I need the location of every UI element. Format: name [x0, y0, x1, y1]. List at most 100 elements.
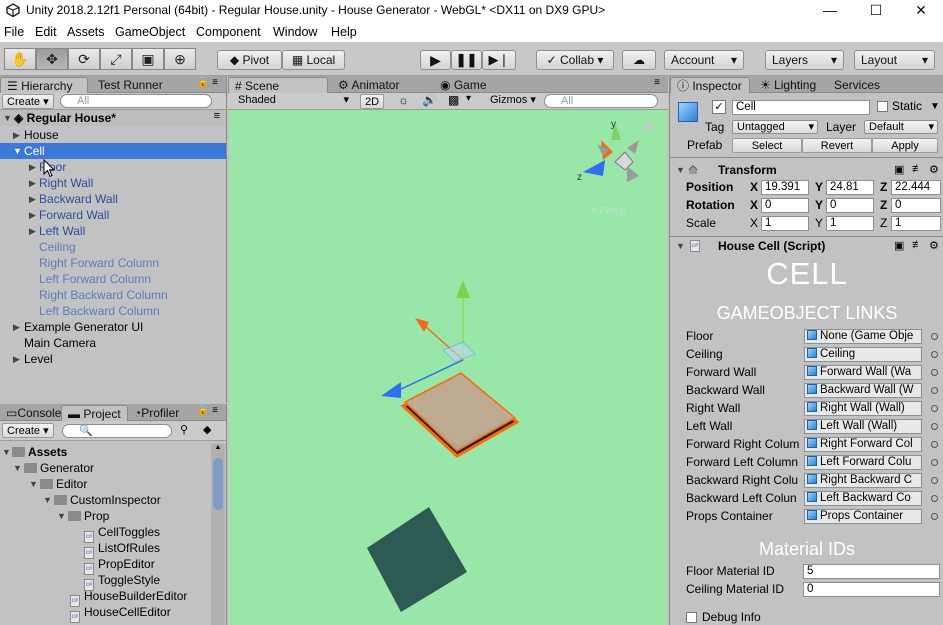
ceiling-material-field[interactable]: 0: [803, 582, 940, 597]
prefab-apply-button[interactable]: Apply: [872, 138, 938, 153]
hierarchy-item-level[interactable]: Level: [24, 351, 53, 367]
panel-menu-icon[interactable]: 🔒 ≡: [197, 77, 218, 88]
rotate-tool-icon[interactable]: ⟳: [68, 48, 100, 70]
maximize-button[interactable]: ☐: [854, 0, 898, 22]
scene-viewport[interactable]: y z ≡ Persp: [229, 110, 667, 625]
link-object-field[interactable]: None (Game Obje: [804, 329, 922, 344]
floor-material-field[interactable]: 5: [803, 564, 940, 579]
link-object-field[interactable]: Ceiling: [804, 347, 922, 362]
expand-arrow-icon[interactable]: ▶: [13, 127, 20, 143]
link-object-field[interactable]: Left Wall (Wall): [804, 419, 922, 434]
expand-arrow-icon[interactable]: ▼: [57, 508, 66, 524]
project-create-button[interactable]: Create ▾: [2, 423, 54, 438]
perspective-label[interactable]: ≡ Persp: [591, 206, 626, 217]
close-button[interactable]: ✕: [899, 0, 943, 22]
menu-edit[interactable]: Edit: [35, 25, 57, 39]
cloud-button[interactable]: ☁: [622, 50, 656, 70]
object-picker-icon[interactable]: [931, 369, 938, 376]
project-item-togglestyle[interactable]: c# ToggleStyle: [84, 572, 160, 591]
shading-mode-dropdown[interactable]: Shaded ▾: [234, 94, 352, 108]
hierarchy-item-example-generator-ui[interactable]: Example Generator UI: [24, 319, 143, 335]
expand-arrow-icon[interactable]: ▶: [29, 223, 36, 239]
menu-component[interactable]: Component: [196, 25, 261, 39]
tab-test-runner[interactable]: Test Runner: [92, 77, 169, 93]
tab-project[interactable]: ▬ Project: [61, 405, 128, 421]
tab-game[interactable]: ◉ Game: [434, 77, 493, 93]
scene-header-row[interactable]: ▼ ◈ Regular House* ≡: [0, 110, 226, 126]
layout-dropdown[interactable]: Layout ▾: [854, 50, 935, 70]
pause-button[interactable]: ❚❚: [451, 50, 482, 70]
debug-info-checkbox[interactable]: [686, 612, 697, 623]
object-picker-icon[interactable]: [931, 333, 938, 340]
expand-arrow-icon[interactable]: ▶: [13, 319, 20, 335]
preset-icon[interactable]: ≢: [912, 239, 923, 251]
project-item-housebuildereditor[interactable]: c# HouseBuilderEditor: [70, 588, 187, 607]
object-picker-icon[interactable]: [931, 387, 938, 394]
filter-type-icon[interactable]: ⚲: [180, 423, 188, 436]
object-picker-icon[interactable]: [931, 513, 938, 520]
expand-arrow-icon[interactable]: ▼: [676, 162, 685, 178]
static-dropdown-arrow-icon[interactable]: ▼: [930, 99, 940, 114]
transform-tool-icon[interactable]: ⊕: [164, 48, 196, 70]
scene-search-input[interactable]: All: [544, 94, 658, 108]
object-picker-icon[interactable]: [931, 405, 938, 412]
audio-toggle-icon[interactable]: 🔊: [422, 93, 437, 107]
hierarchy-item-left-forward-column[interactable]: Left Forward Column: [39, 271, 151, 287]
project-item-editor[interactable]: Editor: [40, 476, 87, 492]
project-item-celltoggles[interactable]: c# CellToggles: [84, 524, 160, 543]
tab-services[interactable]: Services: [828, 77, 886, 93]
object-picker-icon[interactable]: [931, 423, 938, 430]
link-object-field[interactable]: Right Backward C: [804, 473, 922, 488]
object-picker-icon[interactable]: [931, 351, 938, 358]
hand-tool-icon[interactable]: ✋: [4, 48, 36, 70]
rect-tool-icon[interactable]: ▣: [132, 48, 164, 70]
gear-icon[interactable]: ⚙: [929, 163, 939, 176]
hierarchy-item-main-camera[interactable]: Main Camera: [24, 335, 96, 351]
step-button[interactable]: ▶❘: [482, 50, 516, 70]
hierarchy-item-house[interactable]: House: [24, 127, 59, 143]
layer-dropdown[interactable]: Default ▾: [864, 120, 938, 134]
project-item-custominspector[interactable]: CustomInspector: [54, 492, 161, 508]
tab-profiler[interactable]: ◔Profiler: [128, 405, 185, 421]
link-object-field[interactable]: Props Container: [804, 509, 922, 524]
project-item-listofrules[interactable]: c# ListOfRules: [84, 540, 160, 559]
tab-inspector[interactable]: ⓘ Inspector: [670, 77, 750, 93]
project-search-input[interactable]: 🔍: [62, 424, 172, 438]
link-object-field[interactable]: Left Backward Co: [804, 491, 922, 506]
expand-arrow-icon[interactable]: ▶: [29, 207, 36, 223]
help-icon[interactable]: ▣: [894, 239, 904, 252]
menu-window[interactable]: Window: [273, 25, 317, 39]
floor-tile-selected[interactable]: [400, 372, 520, 458]
scale-tool-icon[interactable]: ⤢: [100, 48, 132, 70]
panel-menu-icon[interactable]: 🔒 ≡: [197, 405, 218, 416]
scale-y-field[interactable]: 1: [826, 216, 874, 231]
expand-arrow-icon[interactable]: ▼: [2, 444, 11, 460]
scroll-up-icon[interactable]: ▲: [213, 444, 223, 451]
hierarchy-item-right-forward-column[interactable]: Right Forward Column: [39, 255, 159, 271]
panel-menu-icon[interactable]: ≡: [654, 77, 660, 88]
link-object-field[interactable]: Forward Wall (Wa: [804, 365, 922, 380]
pivot-toggle[interactable]: ◆ Pivot: [217, 50, 282, 70]
project-item-propeditor[interactable]: c# PropEditor: [84, 556, 155, 575]
gizmos-dropdown[interactable]: Gizmos ▾: [486, 94, 538, 108]
hierarchy-create-button[interactable]: Create ▾: [2, 94, 54, 109]
link-object-field[interactable]: Right Forward Col: [804, 437, 922, 452]
scene-canvas[interactable]: y z ≡ Persp: [229, 110, 667, 625]
expand-arrow-icon[interactable]: ▼: [13, 143, 22, 159]
preset-icon[interactable]: ≢: [912, 163, 923, 175]
rotation-z-field[interactable]: 0: [891, 198, 941, 213]
hierarchy-item-cell-selected[interactable]: ▼ Cell: [0, 143, 226, 159]
expand-arrow-icon[interactable]: ▼: [13, 460, 22, 476]
minimize-button[interactable]: —: [808, 0, 852, 22]
object-picker-icon[interactable]: [931, 441, 938, 448]
expand-arrow-icon[interactable]: ▶: [13, 351, 20, 367]
dropdown-arrow-icon[interactable]: ▾: [466, 93, 471, 104]
tab-animator[interactable]: ⚙ Animator: [332, 77, 405, 93]
gear-icon[interactable]: ⚙: [929, 239, 939, 252]
object-name-field[interactable]: Cell: [732, 100, 870, 115]
prefab-select-button[interactable]: Select: [732, 138, 802, 153]
account-dropdown[interactable]: Account ▾: [664, 50, 744, 70]
link-object-field[interactable]: Right Wall (Wall): [804, 401, 922, 416]
rotation-y-field[interactable]: 0: [826, 198, 874, 213]
layers-dropdown[interactable]: Layers ▾: [765, 50, 844, 70]
